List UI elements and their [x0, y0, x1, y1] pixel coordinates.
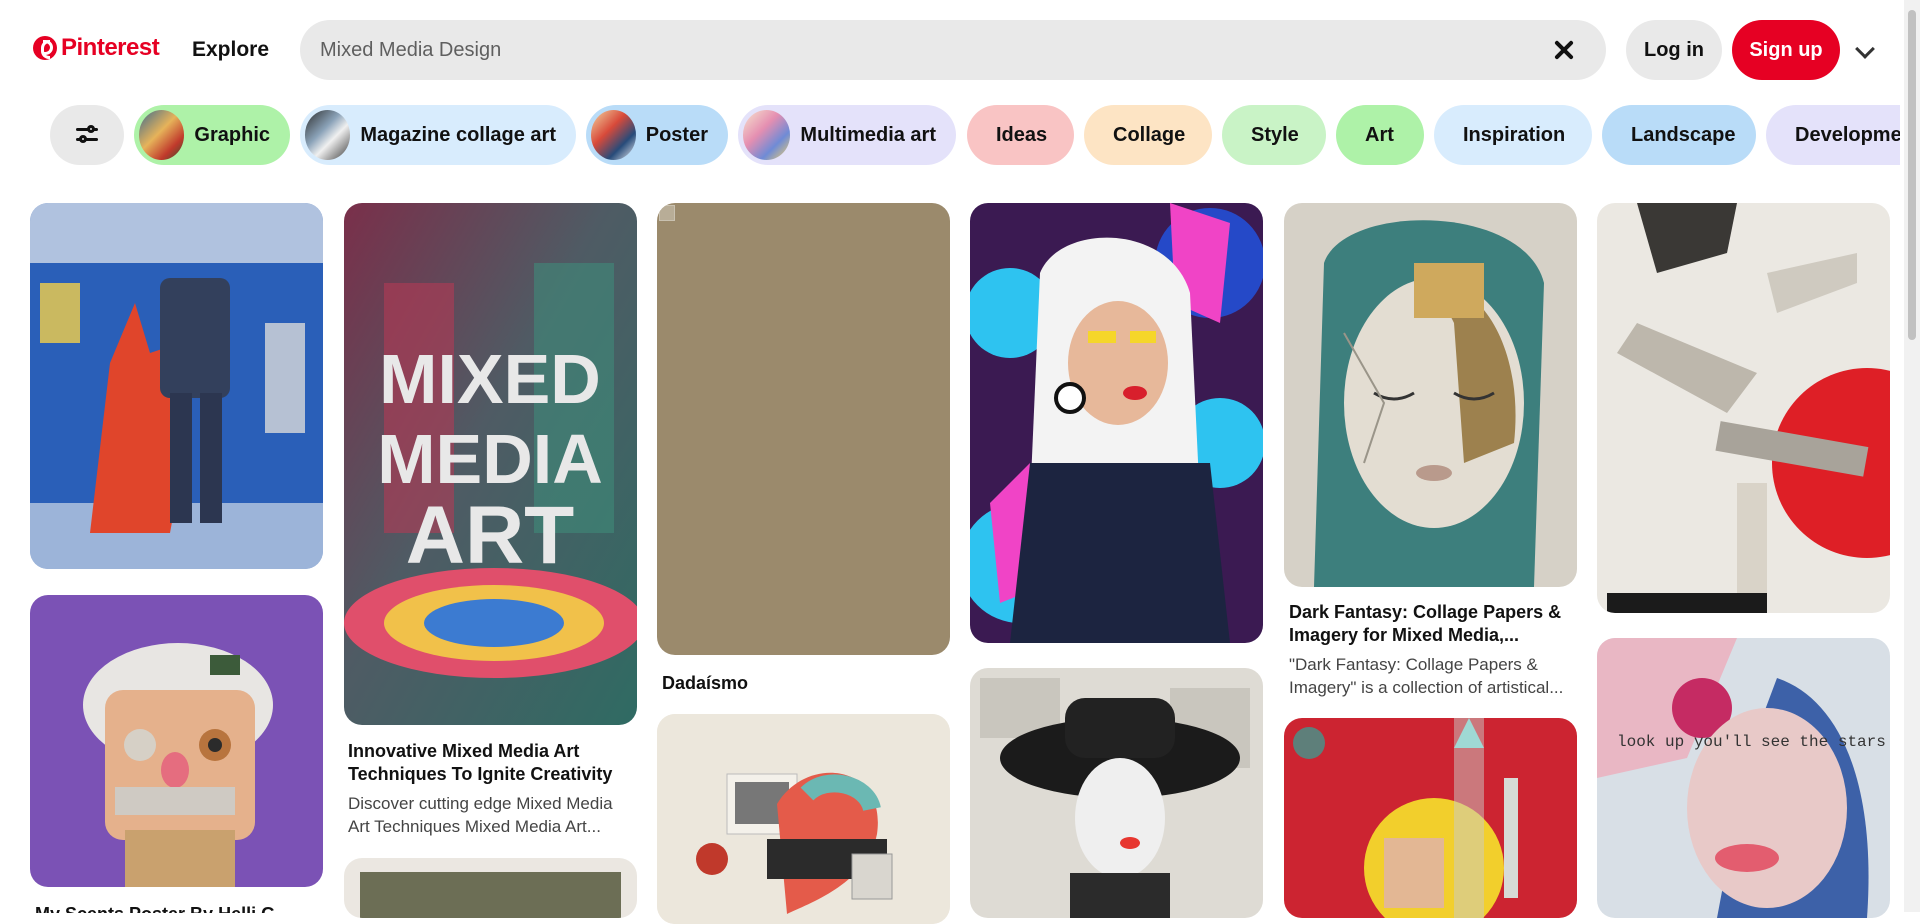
chip-inspiration[interactable]: Inspiration: [1434, 105, 1592, 165]
chip-thumbnail: [743, 110, 791, 160]
chip-label: Inspiration: [1463, 123, 1566, 146]
chip-ideas[interactable]: Ideas: [967, 105, 1074, 165]
chip-label: Development: [1795, 123, 1900, 146]
chip-label: Art: [1365, 123, 1394, 146]
pin-image-newspaper-hat-woman[interactable]: [970, 668, 1263, 918]
pin-title[interactable]: Dark Fantasy: Collage Papers & Imagery f…: [1289, 601, 1573, 647]
chip-label: Poster: [645, 123, 708, 146]
chip-development[interactable]: Development: [1766, 105, 1900, 165]
login-button[interactable]: Log in: [1626, 20, 1722, 80]
chip-multimedia-art[interactable]: Multimedia art: [738, 105, 956, 165]
pinterest-logo-icon: [33, 36, 57, 60]
pin-image-red-poster[interactable]: [1284, 718, 1577, 918]
art-text: MIXED: [379, 340, 601, 418]
chip-art[interactable]: Art: [1336, 105, 1424, 165]
pin-artwork: [970, 203, 1263, 643]
pin-artwork: [360, 872, 621, 918]
chip-thumbnail: [139, 110, 185, 160]
art-text: ART: [406, 490, 575, 581]
chip-graphic[interactable]: Graphic: [134, 105, 290, 165]
pin-image-mixed-media-art[interactable]: MIXED MEDIA ART: [344, 203, 637, 725]
pinterest-logo[interactable]: Pinterest: [33, 34, 160, 62]
pin-image-pop-art-woman[interactable]: [970, 203, 1263, 643]
chip-collage[interactable]: Collage: [1084, 105, 1212, 165]
search-input[interactable]: Mixed Media Design: [320, 39, 1550, 62]
chip-label: Collage: [1113, 123, 1186, 146]
pin-artwork: [657, 714, 950, 924]
chip-thumbnail: [305, 110, 351, 160]
pin-image-red-figure-collage[interactable]: [30, 203, 323, 569]
pin-image-cracked-face[interactable]: [1284, 203, 1577, 587]
chip-label: Graphic: [194, 123, 270, 146]
search-bar[interactable]: Mixed Media Design: [300, 20, 1606, 80]
chip-label: Magazine collage art: [360, 123, 556, 146]
chip-landscape[interactable]: Landscape: [1602, 105, 1756, 165]
pin-image-heart-collage[interactable]: [657, 714, 950, 924]
pin-title[interactable]: Innovative Mixed Media Art Techniques To…: [348, 740, 628, 786]
broken-image-icon: [659, 205, 675, 221]
close-icon[interactable]: [1550, 36, 1578, 64]
chip-label: Style: [1251, 123, 1299, 146]
art-caption: look up you'll see the stars: [1617, 733, 1886, 751]
art-text: MEDIA: [377, 420, 603, 498]
pin-image-hands-collage[interactable]: [1597, 203, 1890, 613]
explore-link[interactable]: Explore: [192, 38, 269, 62]
pin-image-watercolor-face[interactable]: look up you'll see the stars: [1597, 638, 1890, 918]
chip-magazine-collage-art[interactable]: Magazine collage art: [300, 105, 576, 165]
sliders-icon: [76, 125, 98, 144]
chip-style[interactable]: Style: [1222, 105, 1326, 165]
scrollbar-thumb[interactable]: [1908, 10, 1916, 340]
pin-artwork: MIXED MEDIA ART: [344, 203, 637, 725]
filter-button[interactable]: [50, 105, 124, 165]
top-bar: Pinterest Explore Mixed Media Design Log…: [0, 0, 1920, 100]
chevron-down-icon[interactable]: [1855, 39, 1875, 59]
pin-artwork: [1284, 203, 1577, 587]
pin-artwork: [970, 668, 1263, 918]
chip-thumbnail: [591, 110, 636, 160]
pin-artwork: [1284, 718, 1577, 918]
pin-artwork: [30, 203, 323, 569]
chip-poster[interactable]: Poster: [586, 105, 728, 165]
pin-image-einstein-collage[interactable]: [30, 595, 323, 887]
pin-artwork: [30, 595, 323, 887]
scrollbar[interactable]: [1904, 0, 1920, 912]
filter-chips-bar: Graphic Magazine collage art Poster Mult…: [0, 105, 1900, 167]
signup-button[interactable]: Sign up: [1732, 20, 1840, 80]
pin-image-partial[interactable]: [344, 858, 637, 918]
pin-image-dadaismo-placeholder[interactable]: [657, 203, 950, 655]
chip-label: Ideas: [996, 123, 1048, 146]
pin-title[interactable]: Dadaísmo: [662, 672, 942, 695]
pin-artwork: look up you'll see the stars: [1597, 638, 1890, 918]
logo-text: Pinterest: [61, 34, 160, 61]
pin-description: "Dark Fantasy: Collage Papers & Imagery"…: [1289, 655, 1564, 697]
chip-label: Multimedia art: [800, 123, 936, 146]
pin-artwork: [1597, 203, 1890, 613]
chip-label: Landscape: [1631, 123, 1736, 146]
pin-description: Discover cutting edge Mixed Media Art Te…: [348, 794, 613, 836]
